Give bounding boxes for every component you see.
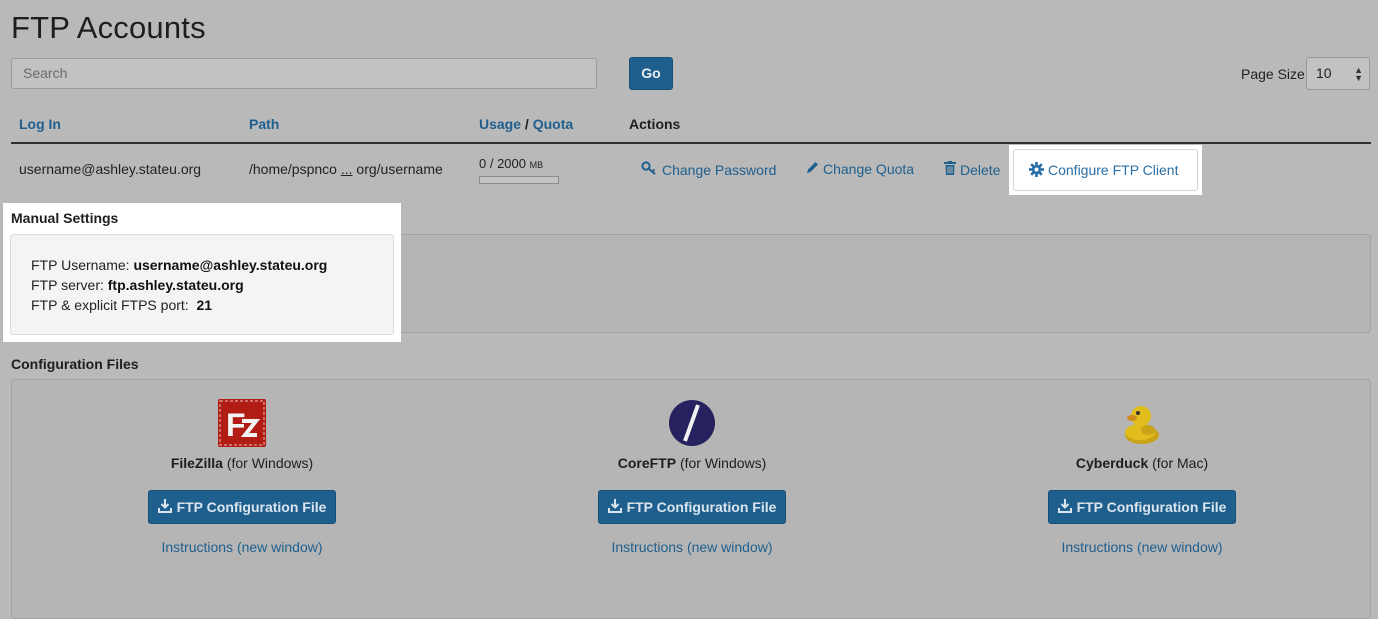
filezilla-download-label: FTP Configuration File xyxy=(176,499,327,515)
search-input[interactable]: Search xyxy=(11,58,597,89)
configuration-files-panel: F FileZilla (for Windows) FTP Configurat… xyxy=(11,379,1371,619)
coreftp-title: CoreFTP xyxy=(617,455,677,471)
key-icon xyxy=(641,161,657,178)
cyberduck-platform: (for Mac) xyxy=(1152,455,1209,471)
ftp-username-value: username@ashley.stateu.org xyxy=(133,257,328,273)
filezilla-instructions-link[interactable]: Instructions (new window) xyxy=(92,539,392,555)
usage-value: 0 / 2000 xyxy=(479,156,526,171)
coreftp-logo xyxy=(542,399,842,449)
page-size-label: Page Size xyxy=(1241,66,1305,82)
page-size-select[interactable]: 10 ▲ ▼ xyxy=(1306,57,1370,90)
download-icon xyxy=(1057,492,1072,524)
change-password-label: Change Password xyxy=(662,162,777,178)
download-icon xyxy=(607,492,622,524)
usage-progress-bar xyxy=(479,176,559,184)
filezilla-platform: (for Windows) xyxy=(226,455,314,471)
trash-icon xyxy=(944,161,956,178)
client-coreftp: CoreFTP (for Windows) FTP Configuration … xyxy=(542,399,842,555)
column-header-quota[interactable]: Quota xyxy=(533,116,573,132)
usage-text: 0 / 2000 MB xyxy=(479,156,543,171)
cyberduck-download-button[interactable]: FTP Configuration File xyxy=(1048,490,1236,524)
manual-settings-highlight: Manual Settings FTP Username: username@a… xyxy=(3,203,401,342)
coreftp-download-button[interactable]: FTP Configuration File xyxy=(598,490,786,524)
ftp-username-label: FTP Username: xyxy=(31,257,130,273)
gear-icon xyxy=(1029,152,1044,192)
usage-unit: MB xyxy=(529,160,544,170)
filezilla-logo: F xyxy=(92,399,392,449)
column-header-usage-quota: Usage / Quota xyxy=(479,116,573,132)
change-quota-link[interactable]: Change Quota xyxy=(806,161,914,177)
client-filezilla: F FileZilla (for Windows) FTP Configurat… xyxy=(92,399,392,555)
ftp-username-row: FTP Username: username@ashley.stateu.org xyxy=(31,255,393,275)
filezilla-download-button[interactable]: FTP Configuration File xyxy=(148,490,336,524)
svg-text:F: F xyxy=(226,407,246,443)
configure-ftp-client-label: Configure FTP Client xyxy=(1048,162,1179,178)
ftp-port-value: 21 xyxy=(196,297,213,313)
ftp-server-value: ftp.ashley.stateu.org xyxy=(107,277,244,293)
filezilla-name: FileZilla (for Windows) xyxy=(92,455,392,471)
cyberduck-name: Cyberduck (for Mac) xyxy=(992,455,1292,471)
coreftp-platform: (for Windows) xyxy=(679,455,767,471)
ftp-port-label: FTP & explicit FTPS port: xyxy=(31,297,189,313)
cyberduck-instructions-link[interactable]: Instructions (new window) xyxy=(992,539,1292,555)
path-start: /home/pspnco xyxy=(249,161,337,177)
path-expand-link[interactable]: ... xyxy=(341,161,353,177)
page-size-value: 10 xyxy=(1316,65,1332,81)
select-arrows-icon: ▲ ▼ xyxy=(1354,65,1363,83)
page-title: FTP Accounts xyxy=(11,10,206,45)
column-header-usage[interactable]: Usage xyxy=(479,116,521,132)
filezilla-title: FileZilla xyxy=(170,455,223,471)
login-cell: username@ashley.stateu.org xyxy=(19,161,202,177)
manual-settings-panel: FTP Username: username@ashley.stateu.org… xyxy=(10,234,394,335)
ftp-server-label: FTP server: xyxy=(31,277,104,293)
pencil-icon xyxy=(806,161,819,177)
path-cell: /home/pspnco ... org/username xyxy=(249,161,443,177)
ftp-port-row: FTP & explicit FTPS port: 21 xyxy=(31,295,393,315)
client-cyberduck: Cyberduck (for Mac) FTP Configuration Fi… xyxy=(992,399,1292,555)
cyberduck-title: Cyberduck xyxy=(1075,455,1149,471)
configure-ftp-client-highlight: Configure FTP Client xyxy=(1009,145,1202,195)
cyberduck-download-label: FTP Configuration File xyxy=(1076,499,1227,515)
ftp-server-row: FTP server: ftp.ashley.stateu.org xyxy=(31,275,393,295)
configure-ftp-client-button[interactable]: Configure FTP Client xyxy=(1013,149,1198,191)
go-button[interactable]: Go xyxy=(629,57,673,90)
coreftp-download-label: FTP Configuration File xyxy=(626,499,777,515)
download-icon xyxy=(157,492,172,524)
delete-link[interactable]: Delete xyxy=(944,161,1000,178)
header-divider xyxy=(11,142,1371,144)
header-separator: / xyxy=(524,116,529,132)
delete-label: Delete xyxy=(960,162,1001,178)
path-end: org/username xyxy=(356,161,443,177)
cyberduck-logo xyxy=(992,399,1292,449)
column-header-path[interactable]: Path xyxy=(249,116,279,132)
configuration-files-title: Configuration Files xyxy=(11,356,139,372)
change-quota-label: Change Quota xyxy=(823,161,915,177)
change-password-link[interactable]: Change Password xyxy=(641,161,776,178)
coreftp-name: CoreFTP (for Windows) xyxy=(542,455,842,471)
column-header-actions: Actions xyxy=(629,116,681,132)
column-header-login[interactable]: Log In xyxy=(19,116,61,132)
coreftp-instructions-link[interactable]: Instructions (new window) xyxy=(542,539,842,555)
manual-settings-title: Manual Settings xyxy=(11,210,119,226)
